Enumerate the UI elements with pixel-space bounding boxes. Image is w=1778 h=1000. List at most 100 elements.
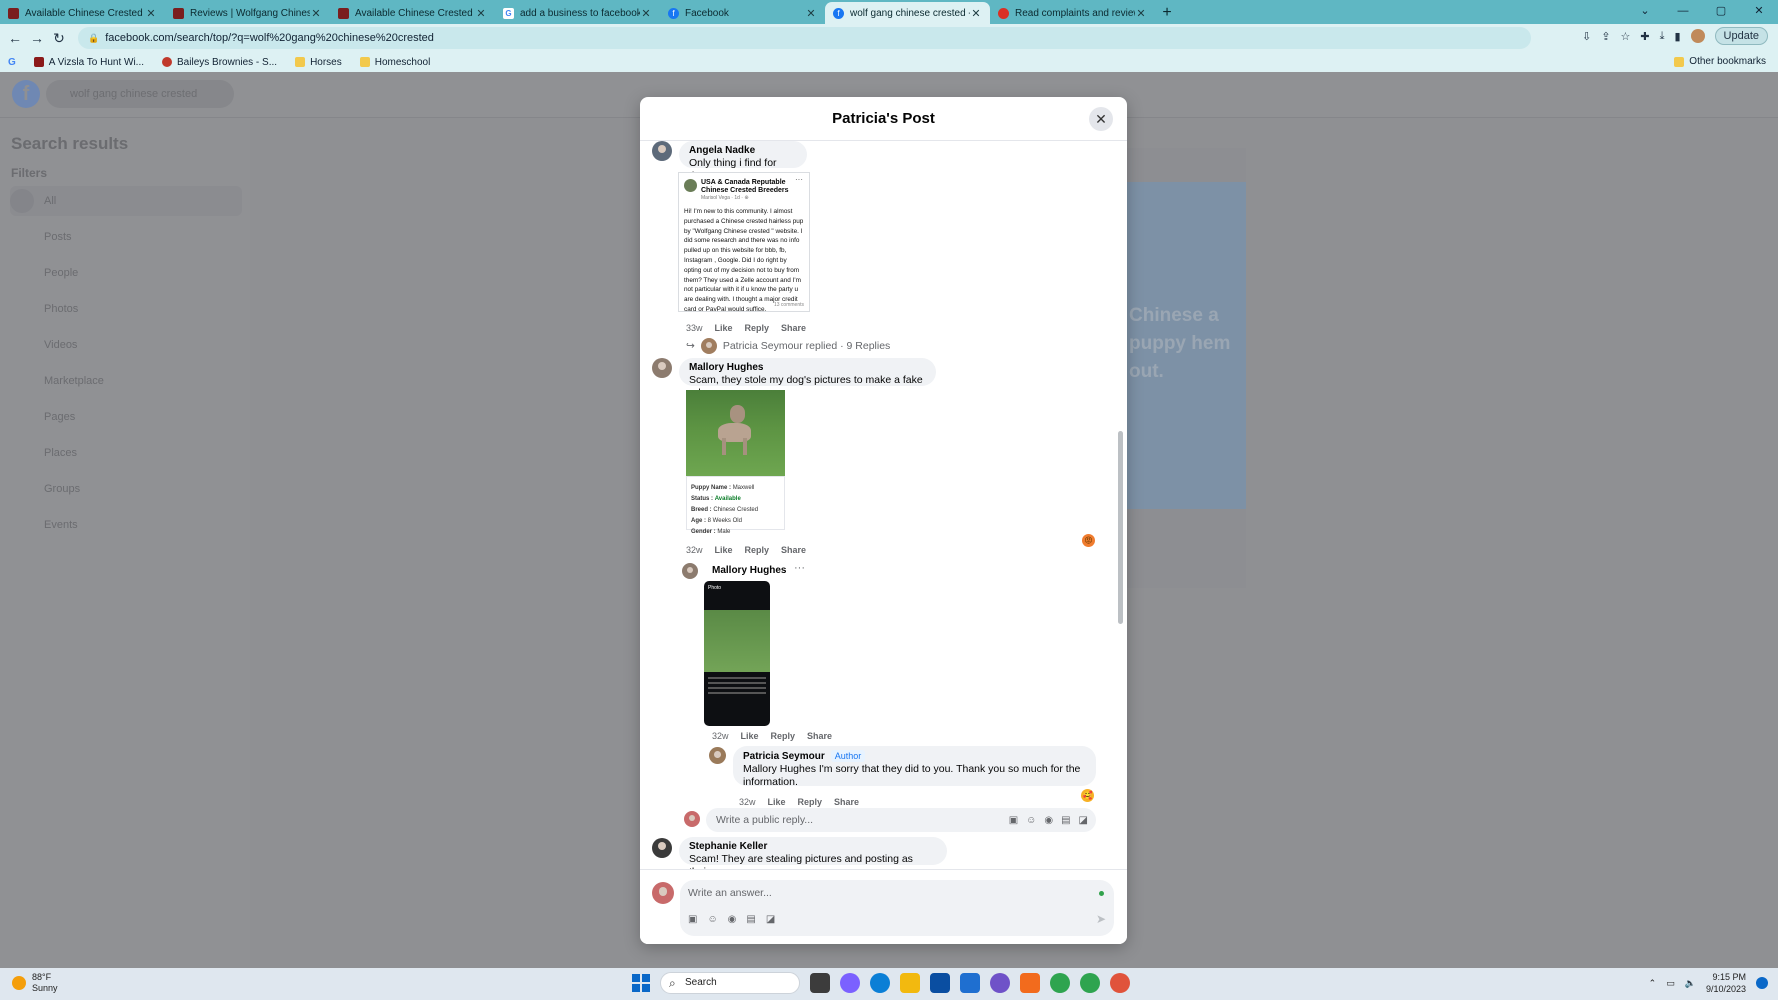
avatar[interactable] [709,747,726,764]
avatar[interactable] [652,141,672,161]
url-field[interactable]: 🔒 facebook.com/search/top/?q=wolf%20gang… [78,27,1531,49]
send-icon[interactable]: ➤ [1096,912,1106,926]
bookmark-vizsla[interactable]: A Vizsla To Hunt Wi... [33,57,144,68]
app-icon[interactable] [990,973,1010,993]
share-button[interactable]: Share [781,545,806,555]
reply-button[interactable]: Reply [771,731,796,741]
filter-events[interactable]: Events [10,510,242,540]
reaction-angry-icon[interactable]: 😡 [1082,534,1095,547]
close-tab-icon[interactable]: ✕ [640,7,652,20]
filter-groups[interactable]: Groups [10,474,242,504]
more-options-icon[interactable]: ··· [794,562,805,574]
reaction-care-icon[interactable]: 🥰 [1081,789,1094,802]
install-icon[interactable]: ⇩ [1582,30,1591,43]
edge-browser-icon[interactable] [870,973,890,993]
filter-photos[interactable]: Photos [10,294,242,324]
comment-time[interactable]: 32w [739,797,756,807]
browser-tab-1[interactable]: Available Chinese Crested Puppi✕ [0,2,165,24]
task-view-icon[interactable] [810,973,830,993]
chevron-up-icon[interactable]: ⌃ [1649,978,1657,989]
download-icon[interactable]: ⤓ [1660,30,1665,43]
bookmark-folder-homeschool[interactable]: Homeschool [359,57,430,68]
avatar-sticker-icon[interactable]: ▣ [1009,815,1018,826]
browser-tab-7[interactable]: Read complaints and reviews @✕ [990,2,1155,24]
share-icon[interactable]: ⇪ [1601,30,1610,43]
share-button[interactable]: Share [781,323,806,333]
minimize-icon[interactable]: — [1664,0,1702,24]
public-reply-input[interactable]: Write a public reply... ▣ ☺ ◉ ▤ ◪ [706,808,1096,832]
facebook-search-input[interactable]: wolf gang chinese crested [46,80,234,108]
close-tab-icon[interactable]: ✕ [970,7,982,20]
filter-all[interactable]: All [10,186,242,216]
commenter-name[interactable]: Mallory Hughes [712,565,786,576]
filter-places[interactable]: Places [10,438,242,468]
maximize-icon[interactable]: ▢ [1702,0,1740,24]
lock-icon[interactable]: 🔒 [88,33,99,44]
chrome-icon[interactable] [1050,973,1070,993]
comment-time[interactable]: 32w [686,545,703,555]
star-icon[interactable]: ☆ [1620,30,1630,43]
like-button[interactable]: Like [715,323,733,333]
browser-tab-2[interactable]: Reviews | Wolfgang Chinese Cre✕ [165,2,330,24]
modal-scrollbar[interactable] [1118,431,1123,624]
new-tab-button[interactable]: + [1155,2,1179,24]
google-apps-icon[interactable]: G [8,57,16,68]
profile-avatar-icon[interactable] [1690,29,1705,43]
filter-videos[interactable]: Videos [10,330,242,360]
windows-start-icon[interactable] [632,974,650,992]
sidepanel-icon[interactable]: ▮ [1674,30,1680,43]
reply-button[interactable]: Reply [745,545,770,555]
extensions-icon[interactable]: ✚ [1640,30,1649,43]
display-icon[interactable]: ▭ [1666,978,1675,989]
close-tab-icon[interactable]: ✕ [145,7,157,20]
bookmark-baileys[interactable]: Baileys Brownies - S... [162,57,277,68]
commenter-name[interactable]: Stephanie Keller [689,841,937,852]
forward-icon[interactable]: → [26,30,48,46]
avatar[interactable] [682,563,698,579]
close-window-icon[interactable]: ✕ [1740,0,1778,24]
teams-chat-icon[interactable] [840,973,860,993]
phone-screenshot-photo[interactable]: Photo [704,581,770,726]
back-icon[interactable]: ← [4,30,26,46]
commenter-name[interactable]: Angela Nadke [689,145,797,156]
close-tab-icon[interactable]: ✕ [805,7,817,20]
browser-tab-3[interactable]: Available Chinese Crested Puppi✕ [330,2,495,24]
office-icon[interactable] [1020,973,1040,993]
avatar[interactable] [652,838,672,858]
weather-widget[interactable]: 88°F Sunny [12,972,58,994]
comments-scroll-area[interactable]: Angela Nadke Only thing i find for them.… [640,141,1127,869]
share-button[interactable]: Share [834,797,859,807]
reply-button[interactable]: Reply [798,797,823,807]
like-button[interactable]: Like [741,731,759,741]
filter-posts[interactable]: Posts [10,222,242,252]
browser-tab-5[interactable]: f Facebook ✕ [660,2,825,24]
filter-pages[interactable]: Pages [10,402,242,432]
share-button[interactable]: Share [807,731,832,741]
gif-icon[interactable]: ▤ [746,914,755,925]
comment-time[interactable]: 32w [712,731,729,741]
like-button[interactable]: Like [768,797,786,807]
tab-search-icon[interactable]: ⌄ [1626,0,1664,24]
filter-people[interactable]: People [10,258,242,288]
taskbar-search[interactable]: Search [660,972,800,994]
sticker-icon[interactable]: ◪ [766,914,775,925]
clock[interactable]: 9:15 PM 9/10/2023 [1706,971,1746,995]
reply-button[interactable]: Reply [745,323,770,333]
update-button[interactable]: Update [1714,27,1768,45]
camera-icon[interactable]: ◉ [1044,815,1053,826]
camera-icon[interactable]: ◉ [728,914,737,925]
gif-icon[interactable]: ▤ [1061,815,1070,826]
bookmark-folder-horses[interactable]: Horses [295,57,342,68]
emoji-icon[interactable]: ☺ [707,914,717,925]
browser-tab-4[interactable]: Gadd a business to facebook - Go✕ [495,2,660,24]
file-explorer-icon[interactable] [900,973,920,993]
filter-marketplace[interactable]: Marketplace [10,366,242,396]
comment-time[interactable]: 33w [686,323,703,333]
avatar-sticker-icon[interactable]: ▣ [688,914,697,925]
view-replies-link[interactable]: ↪ Patricia Seymour replied · 9 Replies [686,338,890,354]
sticker-icon[interactable]: ◪ [1079,815,1088,826]
emoji-icon[interactable]: ☺ [1026,815,1036,826]
close-modal-button[interactable]: ✕ [1089,107,1113,131]
close-tab-icon[interactable]: ✕ [1135,7,1147,20]
comment-attached-screenshot[interactable]: ··· USA & Canada Reputable Chinese Crest… [678,172,810,312]
